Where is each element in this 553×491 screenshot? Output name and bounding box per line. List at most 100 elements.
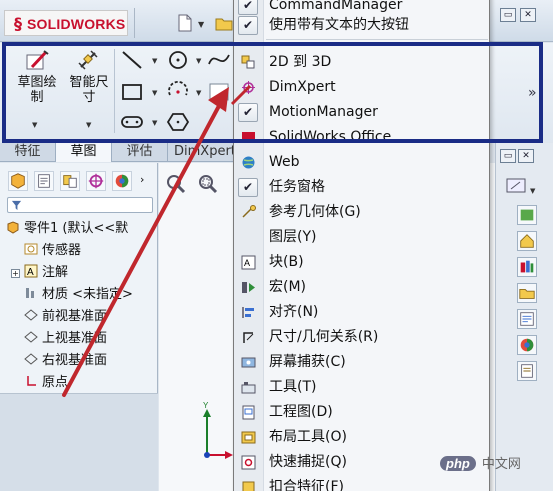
- circle-icon[interactable]: [166, 49, 190, 71]
- design-library-icon[interactable]: [517, 257, 537, 277]
- circle-dropdown-icon[interactable]: ▼: [196, 57, 201, 65]
- tree-item-material[interactable]: 材质 <未指定>: [24, 284, 133, 305]
- custom-properties-icon[interactable]: [517, 361, 537, 381]
- polygon-icon[interactable]: [166, 111, 190, 133]
- spline-icon[interactable]: [207, 49, 231, 71]
- task-pane-strip: ▭ ✕ ▼: [495, 143, 553, 491]
- menu-item-label: 参考几何体(G): [269, 204, 361, 220]
- feature-manager-icon[interactable]: [8, 171, 28, 191]
- pane-close-button[interactable]: ✕: [518, 149, 534, 163]
- menu-item-solidworks-office[interactable]: SolidWorks Office: [234, 125, 489, 150]
- dimxpert-manager-icon[interactable]: [86, 171, 106, 191]
- menu-item-label: 尺寸/几何关系(R): [269, 329, 379, 345]
- restore-window-button[interactable]: ▭: [500, 8, 516, 22]
- menu-item-blocks[interactable]: A 块(B): [234, 250, 489, 275]
- menu-item-large-buttons-with-text[interactable]: ✔ 使用带有文本的大按钮: [234, 13, 489, 38]
- material-label: 材质 <未指定>: [42, 287, 133, 302]
- tab-sketch[interactable]: 草图: [56, 143, 112, 162]
- arc-dropdown-icon[interactable]: ▼: [196, 89, 201, 97]
- tree-item-right-plane[interactable]: 右视基准面: [24, 350, 107, 371]
- tab-dimxpert[interactable]: DimXpert: [168, 143, 236, 162]
- annotations-expander[interactable]: +: [11, 269, 20, 278]
- solidworks-logo[interactable]: § SOLIDWORKS: [4, 10, 128, 36]
- ribbon-overflow-icon[interactable]: »: [528, 85, 537, 101]
- tree-item-origin[interactable]: 原点: [24, 372, 68, 393]
- tab-evaluate[interactable]: 评估: [112, 143, 168, 162]
- menu-item-layers[interactable]: 图层(Y): [234, 225, 489, 250]
- menu-item-tools[interactable]: 工具(T): [234, 375, 489, 400]
- menu-item-screen-capture[interactable]: 屏幕捕获(C): [234, 350, 489, 375]
- part-icon: [7, 221, 19, 234]
- smart-dimension-button[interactable]: 智能尺 寸: [66, 49, 112, 105]
- new-dropdown-icon[interactable]: ▼: [198, 20, 204, 29]
- solidworks-resources-icon[interactable]: [517, 205, 537, 225]
- menu-item-task-pane[interactable]: ✔ 任务窗格: [234, 175, 489, 200]
- menu-item-dimxpert[interactable]: DimXpert: [234, 75, 489, 100]
- tree-item-annotations[interactable]: A 注解: [24, 262, 68, 283]
- dimxpert-icon: [242, 81, 255, 94]
- menu-item-2d-to-3d[interactable]: 2D 到 3D: [234, 50, 489, 75]
- view-orientation-dropdown-icon[interactable]: ▼: [530, 187, 535, 195]
- align-icon: [242, 307, 254, 318]
- centerpoint-arc-icon[interactable]: [166, 81, 190, 103]
- dimensions-relations-icon: [243, 332, 254, 343]
- tree-item-front-plane[interactable]: 前视基准面: [24, 306, 107, 327]
- new-document-icon[interactable]: [176, 14, 194, 32]
- 2d-to-3d-icon: [241, 55, 255, 69]
- solidworks-ds-icon: §: [14, 14, 22, 33]
- configuration-manager-icon[interactable]: [60, 171, 80, 191]
- top-plane-label: 上视基准面: [42, 331, 108, 346]
- tree-item-top-plane[interactable]: 上视基准面: [24, 328, 107, 349]
- rectangle-icon[interactable]: [120, 81, 144, 103]
- appearances-icon[interactable]: [517, 335, 537, 355]
- close-window-button[interactable]: ✕: [520, 8, 536, 22]
- trim-entities-icon[interactable]: [207, 81, 231, 103]
- menu-item-label: SolidWorks Office: [269, 129, 392, 145]
- menu-item-motionmanager[interactable]: ✔ MotionManager: [234, 100, 489, 125]
- display-manager-icon[interactable]: [112, 171, 132, 191]
- menu-separator: [266, 39, 488, 40]
- toolbar-context-menu: ✔ CommandManager ✔ 使用带有文本的大按钮 2D 到 3D Di…: [233, 0, 490, 491]
- menu-item-web[interactable]: Web: [234, 150, 489, 175]
- smart-dimension-label-line1: 智能尺: [69, 75, 109, 90]
- zoom-area-icon[interactable]: [197, 173, 219, 195]
- line-icon[interactable]: [120, 49, 144, 71]
- menu-item-drawing[interactable]: 工程图(D): [234, 400, 489, 425]
- menu-item-reference-geometry[interactable]: 参考几何体(G): [234, 200, 489, 225]
- tree-toolbar-overflow-icon[interactable]: ›: [140, 173, 144, 186]
- tab-features[interactable]: 特征: [0, 143, 56, 162]
- tree-toolbar: ›: [4, 171, 156, 193]
- sketch-button[interactable]: 草图绘 制: [14, 49, 60, 105]
- menu-item-macro[interactable]: 宏(M): [234, 275, 489, 300]
- feature-manager-tree: › 零件1 (默认<<默 传感器 + A 注解 材质 <未指定> 前视基准面 上视…: [0, 163, 158, 491]
- search-results-icon[interactable]: [517, 309, 537, 329]
- block-icon: A: [241, 255, 256, 270]
- line-dropdown-icon[interactable]: ▼: [152, 57, 157, 65]
- tree-item-sensors[interactable]: 传感器: [24, 240, 81, 261]
- menu-item-dimensions-relations[interactable]: 尺寸/几何关系(R): [234, 325, 489, 350]
- svg-text:Y: Y: [203, 401, 209, 410]
- home-icon[interactable]: [517, 231, 537, 251]
- tree-filter-input[interactable]: [7, 197, 153, 213]
- smart-dimension-dropdown-icon[interactable]: ▼: [86, 121, 91, 129]
- menu-item-fastening-features[interactable]: 扣合特征(F): [234, 475, 489, 491]
- menu-item-align[interactable]: 对齐(N): [234, 300, 489, 325]
- file-explorer-icon[interactable]: [517, 283, 537, 303]
- slot-icon[interactable]: [120, 111, 144, 133]
- triad-icon: Y: [203, 401, 233, 459]
- rectangle-dropdown-icon[interactable]: ▼: [152, 89, 157, 97]
- quick-snap-icon: [241, 455, 256, 470]
- zoom-to-fit-icon[interactable]: [165, 173, 187, 195]
- slot-dropdown-icon[interactable]: ▼: [152, 119, 157, 127]
- tree-empty-area: [0, 393, 158, 491]
- open-folder-icon[interactable]: [215, 14, 233, 32]
- menu-item-layout-tools[interactable]: 布局工具(O): [234, 425, 489, 450]
- layout-tools-icon: [241, 431, 256, 444]
- menu-item-label: 工程图(D): [269, 404, 333, 420]
- tree-part-root[interactable]: 零件1 (默认<<默: [6, 218, 128, 239]
- sketch-dropdown-icon[interactable]: ▼: [32, 121, 37, 129]
- pane-restore-button[interactable]: ▭: [500, 149, 516, 163]
- menu-item-label: 工具(T): [269, 379, 317, 395]
- property-manager-icon[interactable]: [34, 171, 54, 191]
- part-name: 零件1 (默认<<默: [24, 221, 129, 236]
